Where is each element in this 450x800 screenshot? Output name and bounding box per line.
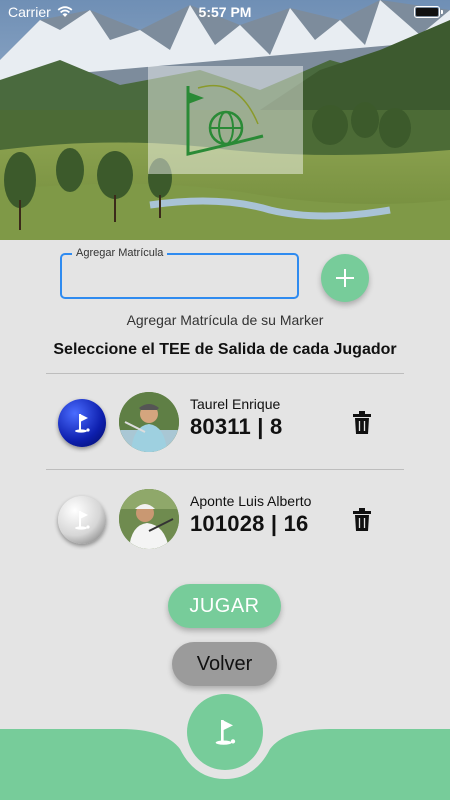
- matricula-field[interactable]: Agregar Matrícula: [60, 247, 299, 299]
- status-time: 5:57 PM: [198, 4, 252, 20]
- status-bar: Carrier 5:57 PM: [0, 0, 450, 24]
- avatar: [119, 489, 179, 549]
- plus-icon: [336, 269, 354, 287]
- player-name: Aponte Luis Alberto: [190, 493, 312, 509]
- back-button[interactable]: Volver: [172, 642, 277, 686]
- avatar: [119, 392, 179, 452]
- battery-icon: [414, 6, 443, 18]
- play-button[interactable]: JUGAR: [168, 584, 281, 628]
- add-matricula-button[interactable]: [321, 254, 369, 302]
- divider: [46, 469, 404, 470]
- player-row: Aponte Luis Alberto 101028 | 16: [46, 472, 404, 562]
- matricula-helper-text: Agregar Matrícula de su Marker: [126, 312, 324, 328]
- tee-selector-white[interactable]: [58, 496, 106, 544]
- golf-flag-icon: [75, 414, 90, 433]
- golf-flag-icon: [215, 720, 236, 745]
- tee-selector-blue[interactable]: [58, 399, 106, 447]
- player-matricula-handicap: 101028 | 16: [190, 511, 309, 536]
- matricula-field-label: Agregar Matrícula: [72, 247, 168, 259]
- trash-icon[interactable]: [352, 411, 372, 435]
- player-name: Taurel Enrique: [190, 396, 281, 412]
- section-title: Seleccione el TEE de Salida de cada Juga…: [53, 341, 397, 358]
- player-matricula-handicap: 80311 | 8: [190, 414, 283, 439]
- club-logo: [148, 66, 303, 174]
- player-row: Taurel Enrique 80311 | 8: [46, 375, 404, 465]
- home-golf-button[interactable]: [187, 694, 263, 770]
- matricula-input[interactable]: [70, 265, 290, 287]
- golf-flag-icon: [75, 511, 90, 530]
- divider: [46, 373, 404, 374]
- trash-icon[interactable]: [352, 508, 372, 532]
